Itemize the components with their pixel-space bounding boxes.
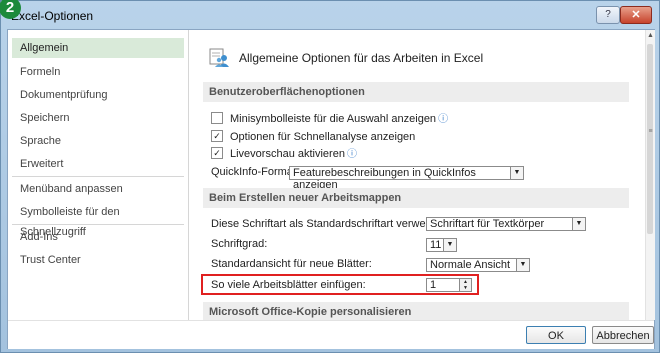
sidebar-item-allgemein[interactable]: Allgemein xyxy=(12,38,184,58)
scroll-thumb[interactable] xyxy=(647,44,653,234)
quickinfo-select[interactable]: Featurebeschreibungen in QuickInfos anze… xyxy=(289,166,524,191)
options-people-icon xyxy=(209,48,229,67)
section-header-new-workbooks: Beim Erstellen neuer Arbeitsmappen xyxy=(203,188,629,208)
quickinfo-label: QuickInfo-Format: xyxy=(211,166,300,178)
scroll-up-icon[interactable]: ▲ xyxy=(646,32,655,42)
livepreview-option[interactable]: ✓ Livevorschau aktivieren ⓘ xyxy=(211,147,357,161)
font-size-label: Schriftgrad: xyxy=(211,238,268,250)
excel-options-window: Excel-Optionen ? ✕ Allgemein Formeln Dok… xyxy=(0,0,660,353)
sidebar-item-schnellzugriff[interactable]: Symbolleiste für den Schnellzugriff xyxy=(12,202,184,238)
chevron-down-icon: ▼ xyxy=(516,259,529,271)
default-font-select[interactable]: Schriftart für Textkörper ▼ xyxy=(426,217,586,231)
ok-button[interactable]: OK xyxy=(526,326,586,344)
default-font-value: Schriftart für Textkörper xyxy=(430,218,545,230)
sidebar-item-erweitert[interactable]: Erweitert xyxy=(12,154,184,174)
sidebar-divider xyxy=(12,176,184,177)
sidebar-item-menueband[interactable]: Menüband anpassen xyxy=(12,179,184,199)
vertical-scrollbar[interactable]: ▲ ≡ xyxy=(645,30,655,320)
sidebar: Allgemein Formeln Dokumentprüfung Speich… xyxy=(8,30,189,348)
page-title: Allgemeine Optionen für das Arbeiten in … xyxy=(239,51,484,65)
quickanalysis-label: Optionen für Schnellanalyse anzeigen xyxy=(230,131,416,143)
window-title: Excel-Optionen xyxy=(11,9,94,23)
sidebar-item-speichern[interactable]: Speichern xyxy=(12,108,184,128)
font-size-value: 11 xyxy=(430,239,442,251)
font-size-select[interactable]: 11 ▼ xyxy=(426,238,457,252)
dialog-footer: OK Abbrechen xyxy=(8,320,654,349)
highlight-box xyxy=(201,274,479,295)
sidebar-item-formeln[interactable]: Formeln xyxy=(12,62,184,82)
dialog-client: Allgemein Formeln Dokumentprüfung Speich… xyxy=(7,29,655,349)
default-view-select[interactable]: Normale Ansicht ▼ xyxy=(426,258,530,272)
minitoolbar-option[interactable]: Minisymbolleiste für die Auswahl anzeige… xyxy=(211,112,448,126)
livepreview-checkbox[interactable]: ✓ xyxy=(211,147,223,160)
grip-icon: ≡ xyxy=(648,128,653,135)
chevron-down-icon: ▼ xyxy=(443,239,456,251)
cancel-button[interactable]: Abbrechen xyxy=(592,326,654,344)
chevron-down-icon: ▼ xyxy=(572,218,585,230)
options-panel: Allgemeine Optionen für das Arbeiten in … xyxy=(189,30,645,320)
section-header-office: Microsoft Office-Kopie personalisieren xyxy=(203,302,629,320)
default-view-label: Standardansicht für neue Blätter: xyxy=(211,258,372,270)
quickanalysis-option[interactable]: ✓ Optionen für Schnellanalyse anzeigen xyxy=(211,130,415,144)
help-button[interactable]: ? xyxy=(596,6,620,24)
close-button[interactable]: ✕ xyxy=(620,6,652,24)
sidebar-item-addins[interactable]: Add-Ins xyxy=(12,227,184,247)
livepreview-label: Livevorschau aktivieren xyxy=(230,148,345,160)
section-header-ui: Benutzeroberflächenoptionen xyxy=(203,82,629,102)
info-icon: ⓘ xyxy=(438,114,449,125)
sidebar-item-sprache[interactable]: Sprache xyxy=(12,131,184,151)
default-view-value: Normale Ansicht xyxy=(430,259,511,271)
default-font-label: Diese Schriftart als Standardschriftart … xyxy=(211,218,454,230)
minitoolbar-checkbox[interactable] xyxy=(211,112,223,125)
sidebar-item-trustcenter[interactable]: Trust Center xyxy=(12,250,184,270)
chevron-down-icon: ▼ xyxy=(510,167,523,179)
sidebar-item-dokumentpruefung[interactable]: Dokumentprüfung xyxy=(12,85,184,105)
sidebar-divider xyxy=(12,224,184,225)
title-bar: Excel-Optionen ? ✕ xyxy=(1,1,659,27)
minitoolbar-label: Minisymbolleiste für die Auswahl anzeige… xyxy=(230,113,437,125)
quickanalysis-checkbox[interactable]: ✓ xyxy=(211,130,223,143)
info-icon: ⓘ xyxy=(346,149,357,160)
